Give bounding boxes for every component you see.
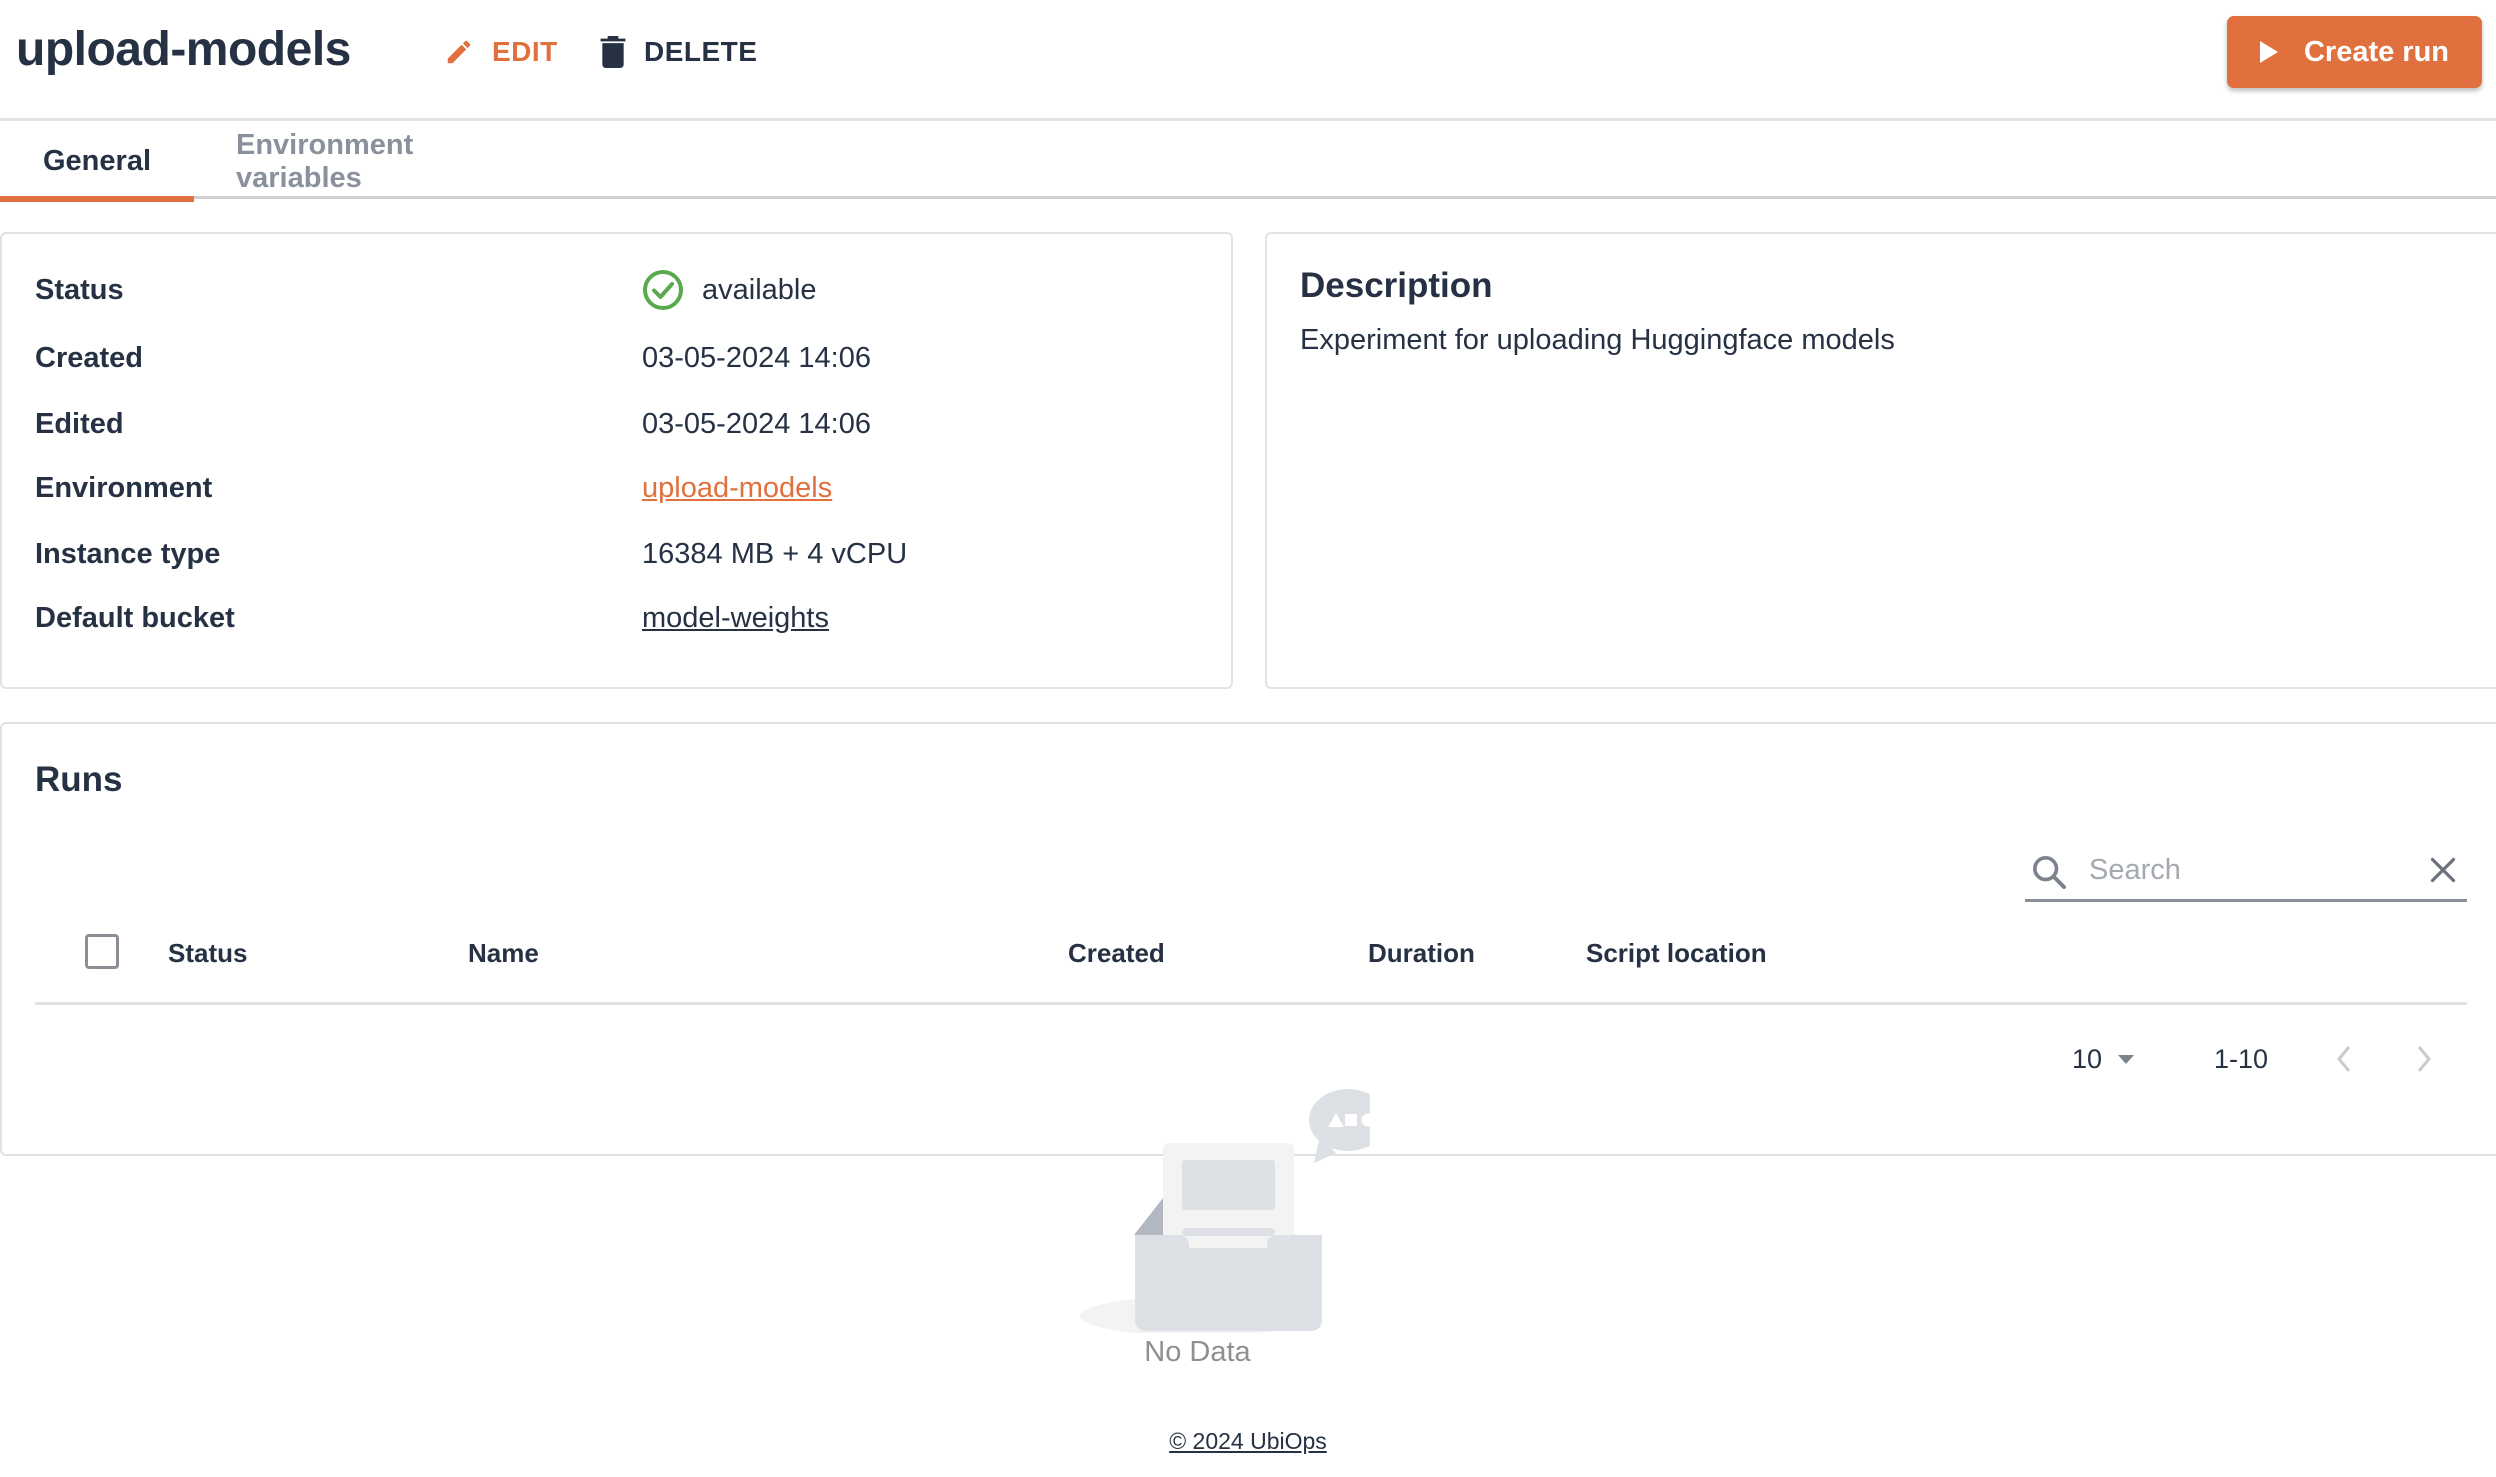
create-run-button[interactable]: Create run	[2227, 16, 2482, 88]
edit-label: EDIT	[492, 36, 558, 67]
chevron-left-icon[interactable]	[2332, 1039, 2356, 1079]
edited-row: Edited 03-05-2024 14:06	[35, 404, 871, 444]
details-card: Status available Created 03-05-2024 14:0…	[0, 232, 1233, 689]
delete-button[interactable]: DELETE	[600, 30, 757, 74]
default-bucket-link[interactable]: model-weights	[642, 602, 829, 635]
created-label: Created	[35, 341, 143, 374]
check-circle-icon	[643, 270, 683, 310]
edit-button[interactable]: EDIT	[444, 30, 558, 74]
instance-type-label: Instance type	[35, 537, 221, 570]
page-size-select[interactable]: 10	[2072, 1039, 2136, 1079]
caret-down-icon	[2118, 1055, 2135, 1064]
status-row: Status available	[35, 270, 816, 310]
column-status[interactable]: Status	[168, 938, 247, 969]
empty-state-text: No Data	[1144, 1336, 1251, 1368]
tab-bar: General Environment variables	[0, 124, 2496, 202]
runs-title: Runs	[35, 760, 123, 799]
edited-label: Edited	[35, 407, 124, 440]
page-header: upload-models EDIT DELETE Create run	[0, 0, 2496, 121]
description-text: Experiment for uploading Huggingface mod…	[1300, 324, 1895, 356]
page-range: 1-10	[2214, 1043, 2269, 1074]
search-input[interactable]	[2089, 850, 2389, 890]
description-title: Description	[1300, 266, 1493, 305]
column-script-location[interactable]: Script location	[1586, 938, 1767, 969]
status-text: available	[702, 273, 817, 306]
default-bucket-label: Default bucket	[35, 601, 235, 634]
tab-environment-variables[interactable]: Environment variables	[236, 124, 546, 199]
select-all-checkbox[interactable]	[85, 934, 119, 969]
status-value: available	[642, 269, 816, 311]
tab-general[interactable]: General	[0, 124, 194, 202]
environment-link[interactable]: upload-models	[642, 472, 832, 505]
instance-type-row: Instance type 16384 MB + 4 vCPU	[35, 534, 907, 574]
column-created[interactable]: Created	[1068, 938, 1165, 969]
created-row: Created 03-05-2024 14:06	[35, 338, 871, 378]
footer: © 2024 UbiOps	[0, 1428, 2496, 1455]
page-size-value: 10	[2072, 1043, 2103, 1074]
empty-inbox-illustration	[1080, 1089, 1370, 1333]
environment-row: Environment upload-models	[35, 468, 832, 508]
edited-value: 03-05-2024 14:06	[642, 407, 871, 440]
play-icon	[2259, 41, 2278, 63]
search-icon	[2033, 856, 2066, 889]
delete-label: DELETE	[644, 36, 758, 67]
page-title: upload-models	[16, 23, 351, 76]
runs-table-header: Status Name Created Duration Script loca…	[35, 904, 2467, 1005]
runs-search	[2025, 842, 2467, 902]
create-run-label: Create run	[2303, 35, 2450, 68]
close-icon[interactable]	[2425, 852, 2461, 888]
column-duration[interactable]: Duration	[1368, 938, 1475, 969]
trash-icon	[600, 36, 626, 68]
description-card: Description Experiment for uploading Hug…	[1265, 232, 2496, 689]
pencil-icon	[447, 40, 471, 64]
created-value: 03-05-2024 14:06	[642, 341, 871, 374]
instance-type-value: 16384 MB + 4 vCPU	[642, 537, 908, 570]
default-bucket-row: Default bucket model-weights	[35, 598, 829, 638]
column-name[interactable]: Name	[468, 938, 539, 969]
footer-copyright-link[interactable]: © 2024 UbiOps	[1169, 1428, 1327, 1454]
environment-label: Environment	[35, 471, 213, 504]
chevron-right-icon[interactable]	[2412, 1039, 2436, 1079]
status-label: Status	[35, 273, 124, 306]
